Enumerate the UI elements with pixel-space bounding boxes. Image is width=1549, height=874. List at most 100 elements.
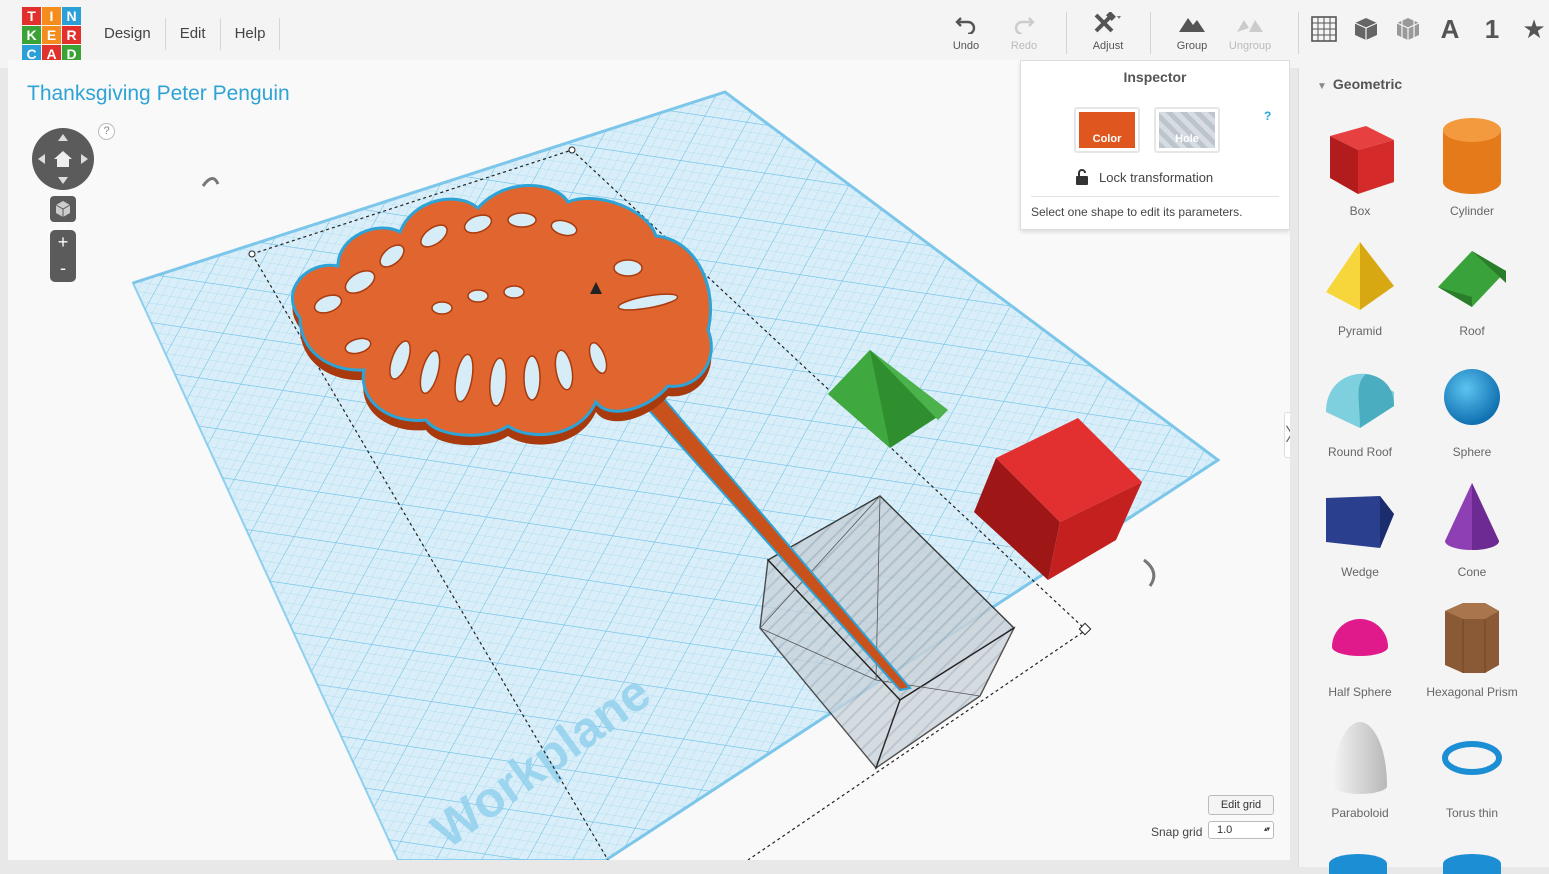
zoom-in-button[interactable]: +: [50, 230, 76, 256]
redo-button[interactable]: Redo: [994, 12, 1054, 52]
box-icon: [1305, 108, 1415, 204]
toolbar-divider: [1298, 12, 1299, 54]
shape-label: Paraboloid: [1331, 806, 1389, 820]
round-roof-icon: [1305, 349, 1415, 445]
toolbar-divider: [1066, 12, 1067, 54]
cone-icon: [1417, 469, 1527, 565]
color-label: Color: [1079, 112, 1135, 148]
wireframe-box-icon[interactable]: [1394, 14, 1422, 44]
shape-box[interactable]: Box: [1305, 108, 1415, 224]
inspector-help-icon[interactable]: ?: [1264, 109, 1271, 123]
adjust-label: Adjust: [1092, 40, 1124, 52]
shape-cone[interactable]: Cone: [1417, 469, 1527, 585]
group-icon: [1178, 12, 1206, 36]
number-shape-icon[interactable]: 1: [1478, 14, 1506, 44]
hexagonal-prism-icon: [1417, 589, 1527, 685]
shapes-panel: ▼ Geometric Box Cylinder Pyramid Roof Rou…: [1298, 68, 1549, 874]
zoom-out-button[interactable]: -: [50, 256, 76, 282]
shape-partial-icon: [1443, 854, 1501, 874]
paraboloid-icon: [1305, 710, 1415, 806]
adjust-button[interactable]: Adjust: [1078, 12, 1138, 52]
ungroup-label: Ungroup: [1228, 40, 1272, 52]
shape-torus-thin[interactable]: Torus thin: [1417, 710, 1527, 826]
shape-label: Box: [1349, 204, 1371, 218]
roof-icon: [1417, 228, 1527, 324]
inspector-panel: Inspector Color Hole ? Lock transformati…: [1020, 60, 1290, 230]
workplane-canvas[interactable]: Workplane Thanksgiving Peter Penguin ? +…: [8, 60, 1290, 860]
shape-label: Wedge: [1341, 565, 1379, 579]
pyramid-icon: [1305, 228, 1415, 324]
logo-letter: T: [22, 7, 41, 25]
shape-roof[interactable]: Roof: [1417, 228, 1527, 344]
tinkercad-logo[interactable]: TINKERCAD: [22, 7, 82, 65]
fit-view-button[interactable]: [50, 196, 76, 222]
redo-label: Redo: [1010, 40, 1038, 52]
cylinder-icon: [1417, 108, 1527, 204]
edit-grid-button[interactable]: Edit grid: [1208, 795, 1274, 815]
logo-letter: E: [42, 26, 61, 44]
shape-label: Hexagonal Prism: [1426, 685, 1518, 699]
lock-label: Lock transformation: [1099, 169, 1214, 185]
logo-letter: K: [22, 26, 41, 44]
logo-letter: N: [62, 7, 81, 25]
shape-label: Half Sphere: [1328, 685, 1392, 699]
grid-view-icon[interactable]: [1310, 14, 1338, 44]
collapse-panel-button[interactable]: 〉: [1284, 412, 1290, 458]
rotate-arrow-icon[interactable]: [1143, 558, 1156, 587]
main-menu: Design Edit Help: [90, 18, 281, 50]
shape-half-sphere[interactable]: Half Sphere: [1305, 589, 1415, 705]
lock-transformation-toggle[interactable]: Lock transformation: [1075, 169, 1213, 185]
geometric-category-header[interactable]: ▼ Geometric: [1317, 76, 1402, 92]
favorites-star-icon[interactable]: ★: [1520, 14, 1548, 44]
inspector-message: Select one shape to edit its parameters.: [1031, 205, 1243, 219]
shape-hexagonal-prism[interactable]: Hexagonal Prism: [1417, 589, 1527, 705]
redo-icon: [1013, 12, 1035, 36]
snap-grid-select[interactable]: 1.0: [1208, 821, 1274, 839]
hole-swatch-button[interactable]: Hole: [1154, 107, 1220, 153]
undo-icon: [955, 12, 977, 36]
resize-handle[interactable]: [568, 146, 576, 154]
half-sphere-icon: [1305, 589, 1415, 685]
shape-pyramid[interactable]: Pyramid: [1305, 228, 1415, 344]
shape-label: Cone: [1457, 565, 1487, 579]
shape-label: Round Roof: [1327, 445, 1393, 459]
design-title[interactable]: Thanksgiving Peter Penguin: [27, 82, 290, 106]
ungroup-button[interactable]: Ungroup: [1220, 12, 1280, 52]
home-icon: [54, 151, 72, 167]
shape-label: Pyramid: [1337, 324, 1382, 338]
shape-cylinder[interactable]: Cylinder: [1417, 108, 1527, 224]
sphere-icon: [1417, 349, 1527, 445]
toolbar-divider: [1150, 12, 1151, 54]
shape-label: Roof: [1459, 324, 1485, 338]
hole-label: Hole: [1159, 112, 1215, 148]
view-navigation-control[interactable]: [32, 128, 94, 190]
group-label: Group: [1176, 40, 1208, 52]
undo-button[interactable]: Undo: [936, 12, 996, 52]
pan-up-icon: [58, 134, 68, 141]
collapse-triangle-icon: ▼: [1317, 81, 1327, 92]
wedge-icon: [1305, 469, 1415, 565]
color-swatch-button[interactable]: Color: [1074, 107, 1140, 153]
inspector-divider: [1031, 196, 1279, 197]
logo-letter: R: [62, 26, 81, 44]
group-button[interactable]: Group: [1162, 12, 1222, 52]
rotate-arrow-icon[interactable]: [201, 177, 220, 187]
menu-edit[interactable]: Edit: [166, 18, 221, 50]
menu-help[interactable]: Help: [221, 18, 281, 50]
shape-paraboloid[interactable]: Paraboloid: [1305, 710, 1415, 826]
shape-partial-icon: [1329, 854, 1387, 874]
help-icon[interactable]: ?: [98, 123, 115, 140]
text-shape-icon[interactable]: A: [1436, 14, 1464, 44]
shape-wedge[interactable]: Wedge: [1305, 469, 1415, 585]
resize-handle[interactable]: [248, 250, 256, 258]
shape-round-roof[interactable]: Round Roof: [1305, 349, 1415, 465]
solid-box-icon[interactable]: [1352, 14, 1380, 44]
shape-label: Torus thin: [1445, 806, 1499, 820]
top-bar: TINKERCAD Design Edit Help Undo Redo Adj…: [0, 0, 1549, 68]
pan-down-icon: [58, 177, 68, 184]
inspector-title: Inspector: [1123, 69, 1187, 85]
shape-label: Sphere: [1452, 445, 1492, 459]
menu-design[interactable]: Design: [90, 18, 166, 50]
ungroup-icon: [1236, 12, 1264, 36]
shape-sphere[interactable]: Sphere: [1417, 349, 1527, 465]
